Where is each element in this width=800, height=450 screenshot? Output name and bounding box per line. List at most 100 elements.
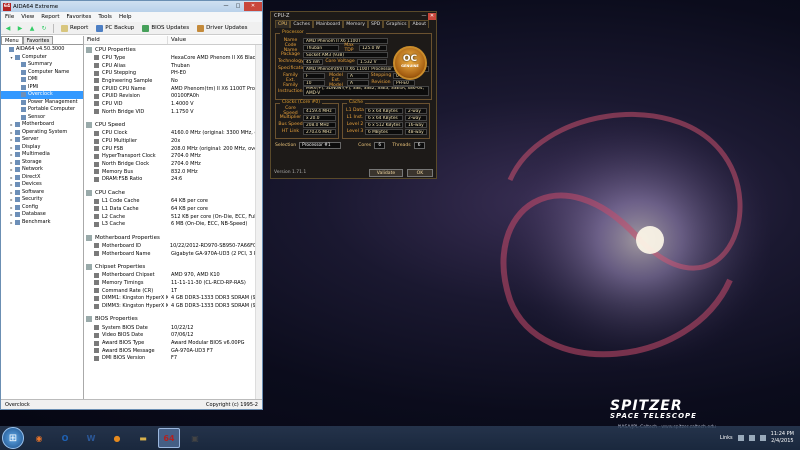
property-row[interactable]: Motherboard Name Gigabyte GA-970A-UD3 (2 … xyxy=(86,250,262,258)
menu-favorites[interactable]: Favorites xyxy=(67,14,92,20)
links-toolbar[interactable]: Links xyxy=(720,435,733,441)
menu-help[interactable]: Help xyxy=(119,14,132,20)
tree-item[interactable]: ▸ Operating System xyxy=(1,129,83,137)
tree-item[interactable]: ▸ Storage xyxy=(1,159,83,167)
property-row[interactable]: Memory Bus 832.0 MHz xyxy=(86,168,262,176)
cpuz-tab-graphics[interactable]: Graphics xyxy=(383,20,410,28)
cpuz-minimize-button[interactable]: — xyxy=(420,13,428,20)
property-row[interactable]: Award BIOS Message GA-970A-UD3 F7 xyxy=(86,347,262,355)
expander-icon[interactable]: ▸ xyxy=(9,129,14,137)
expander-icon[interactable]: ▸ xyxy=(9,159,14,167)
property-row[interactable]: HyperTransport Clock 2704.0 MHz xyxy=(86,153,262,161)
property-row[interactable]: L1 Data Cache 64 KB per core xyxy=(86,205,262,213)
cpuz-tab-cpu[interactable]: CPU xyxy=(275,20,291,28)
tree-item[interactable]: ▸ Database xyxy=(1,211,83,219)
property-row[interactable]: Memory Timings 11-11-11-30 (CL-RCD-RP-RAS… xyxy=(86,279,262,287)
expander-icon[interactable]: ▸ xyxy=(9,174,14,182)
taskbar-media-icon[interactable]: ● xyxy=(106,428,128,448)
tree-item[interactable]: ▸ Motherboard xyxy=(1,121,83,129)
start-button[interactable]: ⊞ xyxy=(2,427,24,449)
cpuz-tab-memory[interactable]: Memory xyxy=(343,20,368,28)
tab-menu[interactable]: Menu xyxy=(1,36,23,44)
tree-item[interactable]: ▸ Devices xyxy=(1,181,83,189)
taskbar-explorer-icon[interactable]: ▬ xyxy=(132,428,154,448)
minimize-button[interactable]: — xyxy=(220,2,232,11)
tree-item[interactable]: ▾ Computer xyxy=(1,54,83,62)
cpuz-tab-mainboard[interactable]: Mainboard xyxy=(313,20,344,28)
expander-icon[interactable]: ▸ xyxy=(9,204,14,212)
vertical-scrollbar[interactable] xyxy=(255,45,262,399)
property-row[interactable]: CPUID Revision 00100FA0h xyxy=(86,92,262,100)
expander-icon[interactable]: ▸ xyxy=(9,136,14,144)
property-row[interactable]: Award BIOS Type Award Modular BIOS v6.00P… xyxy=(86,339,262,347)
back-arrow-icon[interactable]: ◀ xyxy=(3,24,13,33)
tree-item[interactable]: ▸ Network xyxy=(1,166,83,174)
tree-item[interactable]: ▸ Security xyxy=(1,196,83,204)
flag-icon[interactable] xyxy=(737,435,744,441)
taskbar-firefox-icon[interactable]: ◉ xyxy=(28,428,50,448)
property-row[interactable]: CPU Multiplier 20x xyxy=(86,137,262,145)
property-row[interactable]: CPUID CPU Name AMD Phenom(tm) II X6 1100T… xyxy=(86,85,262,93)
tree-item[interactable]: ▸ Benchmark xyxy=(1,219,83,227)
up-arrow-icon[interactable]: ▲ xyxy=(27,24,37,33)
expander-icon[interactable]: ▸ xyxy=(9,144,14,152)
menu-view[interactable]: View xyxy=(21,14,34,20)
forward-arrow-icon[interactable]: ▶ xyxy=(15,24,25,33)
processor-select[interactable]: Processor #1 xyxy=(299,141,342,149)
property-row[interactable]: CPU VID 1.4000 V xyxy=(86,100,262,108)
property-row[interactable]: North Bridge Clock 2704.0 MHz xyxy=(86,160,262,168)
expander-icon[interactable]: ▸ xyxy=(9,189,14,197)
refresh-icon[interactable]: ↻ xyxy=(39,24,49,33)
expander-icon[interactable]: ▸ xyxy=(9,196,14,204)
expander-icon[interactable]: ▾ xyxy=(9,54,14,62)
property-row[interactable]: CPU FSB 208.0 MHz (original: 200 MHz, ove… xyxy=(86,145,262,153)
property-row[interactable]: CPU Type HexaCore AMD Phenom II X6 Black xyxy=(86,54,262,62)
menu-file[interactable]: File xyxy=(5,14,14,20)
cpuz-tab-about[interactable]: About xyxy=(409,20,430,28)
property-row[interactable]: Motherboard Chipset AMD 970, AMD K10 xyxy=(86,271,262,279)
expander-icon[interactable]: ▸ xyxy=(9,219,14,227)
property-row[interactable]: CPU Alias Thuban xyxy=(86,62,262,70)
property-row[interactable]: CPU Stepping PH-E0 xyxy=(86,69,262,77)
property-row[interactable]: L3 Cache 6 MB (On-Die, ECC, NB-Speed) xyxy=(86,220,262,228)
aida64-titlebar[interactable]: 64 AIDA64 Extreme — □ ✕ xyxy=(1,1,262,12)
tree-item[interactable]: Overclock xyxy=(1,91,83,99)
maximize-button[interactable]: □ xyxy=(232,2,244,11)
tab-favorites[interactable]: Favorites xyxy=(22,36,54,44)
expander-icon[interactable]: ▸ xyxy=(9,166,14,174)
property-row[interactable]: System BIOS Date 10/22/12 xyxy=(86,324,262,332)
property-row[interactable]: Engineering Sample No xyxy=(86,77,262,85)
taskbar-word-icon[interactable]: W xyxy=(80,428,102,448)
validate-button[interactable]: Validate xyxy=(369,168,403,177)
property-row[interactable]: DIMM3: Kingston HyperX K... 4 GB DDR3-133… xyxy=(86,302,262,310)
cpuz-tab-spd[interactable]: SPD xyxy=(367,20,384,28)
bios-updates-button[interactable]: BIOS Updates xyxy=(139,23,192,34)
cpuz-titlebar[interactable]: CPU-Z — ✕ xyxy=(271,12,436,20)
property-row[interactable]: DRAM:FSB Ratio 24:6 xyxy=(86,176,262,184)
tree-item[interactable]: Computer Name xyxy=(1,69,83,77)
driver-updates-button[interactable]: Driver Updates xyxy=(194,23,250,34)
column-value[interactable]: Value xyxy=(168,36,186,44)
tree-item[interactable]: ▸ Multimedia xyxy=(1,151,83,159)
tree-item[interactable]: ▸ Config xyxy=(1,204,83,212)
expander-icon[interactable]: ▸ xyxy=(9,181,14,189)
cpuz-tab-caches[interactable]: Caches xyxy=(290,20,314,28)
cpuz-close-button[interactable]: ✕ xyxy=(428,12,436,20)
property-row[interactable]: DIMM1: Kingston HyperX K... 4 GB DDR3-133… xyxy=(86,295,262,303)
tree-item[interactable]: Summary xyxy=(1,61,83,69)
tree-item[interactable]: ▸ Display xyxy=(1,144,83,152)
tree-item[interactable]: ▸ DirectX xyxy=(1,174,83,182)
tree-item[interactable]: ▸ Software xyxy=(1,189,83,197)
property-row[interactable]: DMI BIOS Version F7 xyxy=(86,355,262,363)
taskbar-cpuz-icon[interactable]: ▣ xyxy=(184,428,206,448)
ok-button[interactable]: OK xyxy=(407,168,433,177)
network-icon[interactable] xyxy=(748,435,755,441)
report-button[interactable]: Report xyxy=(58,23,91,34)
close-button[interactable]: ✕ xyxy=(244,2,262,11)
tree-item[interactable]: AIDA64 v4.50.3000 xyxy=(1,46,83,54)
property-row[interactable]: Motherboard ID 10/22/2012-RD970-SB950-7A6… xyxy=(86,242,262,250)
property-row[interactable]: L1 Code Cache 64 KB per core xyxy=(86,197,262,205)
clock[interactable]: 11:24 PM 2/4/2015 xyxy=(771,431,794,445)
taskbar-outlook-icon[interactable]: O xyxy=(54,428,76,448)
tree-item[interactable]: IPMI xyxy=(1,84,83,92)
